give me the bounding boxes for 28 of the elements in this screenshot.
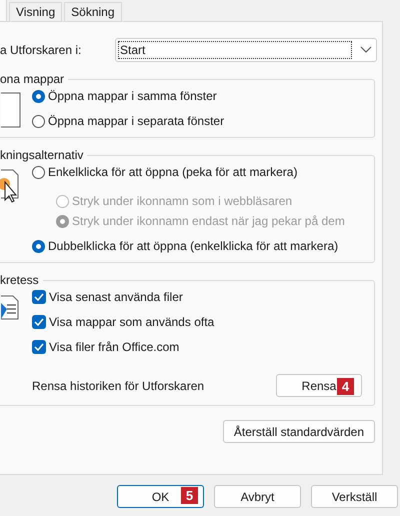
radio-button[interactable] xyxy=(32,166,45,178)
dropdown[interactable]: Start xyxy=(115,38,377,62)
field-label: a Utforskaren i: xyxy=(0,43,82,57)
tab[interactable]: Visning xyxy=(9,2,62,21)
option-label: Visa mappar som används ofta xyxy=(49,314,214,330)
restore-defaults-button[interactable]: Återställ standardvärden xyxy=(222,420,375,443)
option-label: Visa senast använda filer xyxy=(49,289,183,305)
option-label: Enkelklicka för att öppna (peka för att markera) xyxy=(48,164,298,180)
checkbox[interactable] xyxy=(32,290,46,304)
option-label: Stryk under ikonnamn endast när jag pekar på dem xyxy=(72,213,345,229)
radio-button[interactable] xyxy=(32,240,45,252)
chevron-down-icon xyxy=(360,46,372,54)
radio-button[interactable] xyxy=(32,90,45,102)
option-label: Dubbelklicka för att öppna (enkelklicka för att markera) xyxy=(48,238,338,254)
option-label: Stryk under ikonnamn som i webbläsaren xyxy=(72,193,292,209)
option-label: Rensa historiken för Utforskaren xyxy=(32,378,204,392)
tab[interactable]: Sökning xyxy=(64,2,122,21)
number-badge: 4 xyxy=(337,378,354,395)
option-label: Öppna mappar i separata fönster xyxy=(48,113,224,129)
checkbox[interactable] xyxy=(32,315,46,329)
dialog-button[interactable]: Verkställ xyxy=(311,485,398,508)
checkbox[interactable] xyxy=(32,340,46,354)
group-title: kningsalternativ xyxy=(0,147,88,163)
number-badge: 5 xyxy=(181,487,198,504)
dialog-button[interactable]: Avbryt xyxy=(214,485,301,508)
option-label: Öppna mappar i samma fönster xyxy=(48,88,217,104)
option-label: Visa filer från Office.com xyxy=(49,339,180,355)
radio-button[interactable] xyxy=(32,114,45,128)
